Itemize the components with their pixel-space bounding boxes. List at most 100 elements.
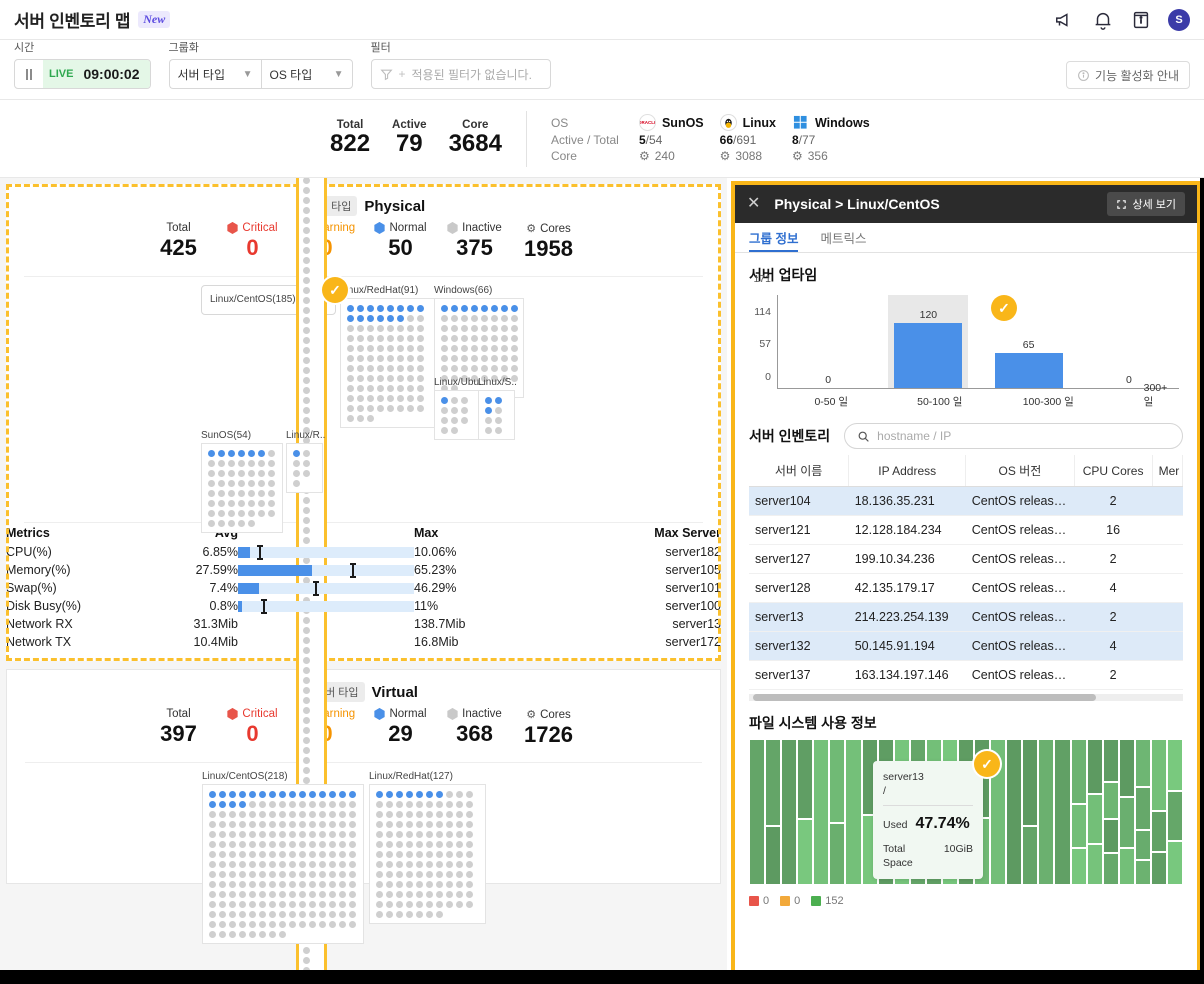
server-dot[interactable] [258, 810, 266, 818]
server-dot[interactable] [440, 406, 448, 414]
server-dot[interactable] [227, 519, 235, 527]
server-dot[interactable] [348, 920, 356, 928]
server-dot[interactable] [500, 354, 508, 362]
server-dot[interactable] [348, 790, 356, 798]
server-dot[interactable] [278, 820, 286, 828]
server-dot[interactable] [298, 860, 306, 868]
server-dot[interactable] [465, 880, 473, 888]
server-dot[interactable] [328, 910, 336, 918]
server-dot[interactable] [303, 346, 311, 354]
server-dot[interactable] [346, 354, 354, 362]
server-dot[interactable] [480, 344, 488, 352]
server-dot[interactable] [208, 890, 216, 898]
server-dot[interactable] [303, 656, 311, 664]
server-dot[interactable] [288, 880, 296, 888]
server-dot[interactable] [346, 324, 354, 332]
server-dot[interactable] [385, 880, 393, 888]
server-dot[interactable] [376, 384, 384, 392]
server-dot[interactable] [248, 810, 256, 818]
server-dot[interactable] [268, 900, 276, 908]
treemap-cell[interactable] [1086, 794, 1103, 844]
server-dot[interactable] [217, 449, 225, 457]
uptime-bar[interactable] [894, 322, 963, 388]
server-dot[interactable] [376, 324, 384, 332]
treemap-cell[interactable] [797, 819, 814, 885]
server-dot[interactable] [510, 304, 518, 312]
server-dot[interactable] [348, 800, 356, 808]
server-dot[interactable] [396, 314, 404, 322]
server-dot[interactable] [207, 449, 215, 457]
server-dot[interactable] [248, 860, 256, 868]
server-dot[interactable] [348, 910, 356, 918]
server-dot[interactable] [510, 364, 518, 372]
server-dot[interactable] [500, 324, 508, 332]
server-dot[interactable] [288, 840, 296, 848]
server-dot[interactable] [366, 314, 374, 322]
server-dot[interactable] [425, 790, 433, 798]
filter-input[interactable]: + 적용된 필터가 없습니다. [370, 59, 551, 89]
server-dot[interactable] [460, 354, 468, 362]
server-dot[interactable] [440, 314, 448, 322]
treemap-cell[interactable] [1118, 848, 1135, 885]
server-dot[interactable] [238, 890, 246, 898]
server-dot[interactable] [303, 696, 311, 704]
server-dot[interactable] [396, 334, 404, 342]
server-dot[interactable] [208, 880, 216, 888]
server-dot[interactable] [318, 800, 326, 808]
server-dot[interactable] [376, 334, 384, 342]
server-dot[interactable] [346, 364, 354, 372]
server-dot[interactable] [385, 860, 393, 868]
server-dot[interactable] [302, 469, 310, 477]
treemap-cell[interactable] [797, 739, 814, 820]
server-dot[interactable] [445, 840, 453, 848]
server-dot[interactable] [318, 830, 326, 838]
server-dot[interactable] [298, 800, 306, 808]
server-dot[interactable] [405, 870, 413, 878]
server-dot[interactable] [268, 910, 276, 918]
server-dot[interactable] [217, 519, 225, 527]
server-dot[interactable] [416, 304, 424, 312]
server-dot[interactable] [484, 416, 492, 424]
server-dot[interactable] [248, 920, 256, 928]
server-dot[interactable] [292, 479, 300, 487]
server-dot[interactable] [386, 304, 394, 312]
dot-group-box[interactable] [286, 443, 323, 493]
server-dot[interactable] [445, 790, 453, 798]
server-dot[interactable] [356, 404, 364, 412]
server-dot[interactable] [303, 716, 311, 724]
server-dot[interactable] [338, 890, 346, 898]
server-dot[interactable] [308, 900, 316, 908]
server-dot[interactable] [303, 746, 311, 754]
treemap-cell[interactable] [1086, 843, 1103, 885]
server-dot[interactable] [268, 920, 276, 928]
server-dot[interactable] [396, 404, 404, 412]
server-dot[interactable] [490, 324, 498, 332]
server-dot[interactable] [227, 449, 235, 457]
treemap-cell[interactable] [1118, 739, 1135, 797]
server-dot[interactable] [308, 820, 316, 828]
server-dot[interactable] [445, 870, 453, 878]
inventory-col-1[interactable]: IP Address [848, 455, 967, 487]
server-dot[interactable] [318, 920, 326, 928]
server-dot[interactable] [208, 920, 216, 928]
server-dot[interactable] [346, 304, 354, 312]
server-dot[interactable] [405, 860, 413, 868]
server-dot[interactable] [318, 790, 326, 798]
server-dot[interactable] [208, 870, 216, 878]
server-dot[interactable] [207, 509, 215, 517]
server-dot[interactable] [416, 384, 424, 392]
server-dot[interactable] [356, 394, 364, 402]
server-dot[interactable] [338, 820, 346, 828]
server-dot[interactable] [386, 384, 394, 392]
server-dot[interactable] [248, 890, 256, 898]
server-dot[interactable] [248, 870, 256, 878]
server-dot[interactable] [238, 930, 246, 938]
server-dot[interactable] [218, 870, 226, 878]
uptime-bar[interactable] [994, 352, 1063, 388]
server-dot[interactable] [366, 334, 374, 342]
dot-group-box[interactable] [340, 298, 439, 428]
server-dot[interactable] [406, 344, 414, 352]
server-dot[interactable] [207, 499, 215, 507]
server-dot[interactable] [406, 324, 414, 332]
server-dot[interactable] [258, 890, 266, 898]
